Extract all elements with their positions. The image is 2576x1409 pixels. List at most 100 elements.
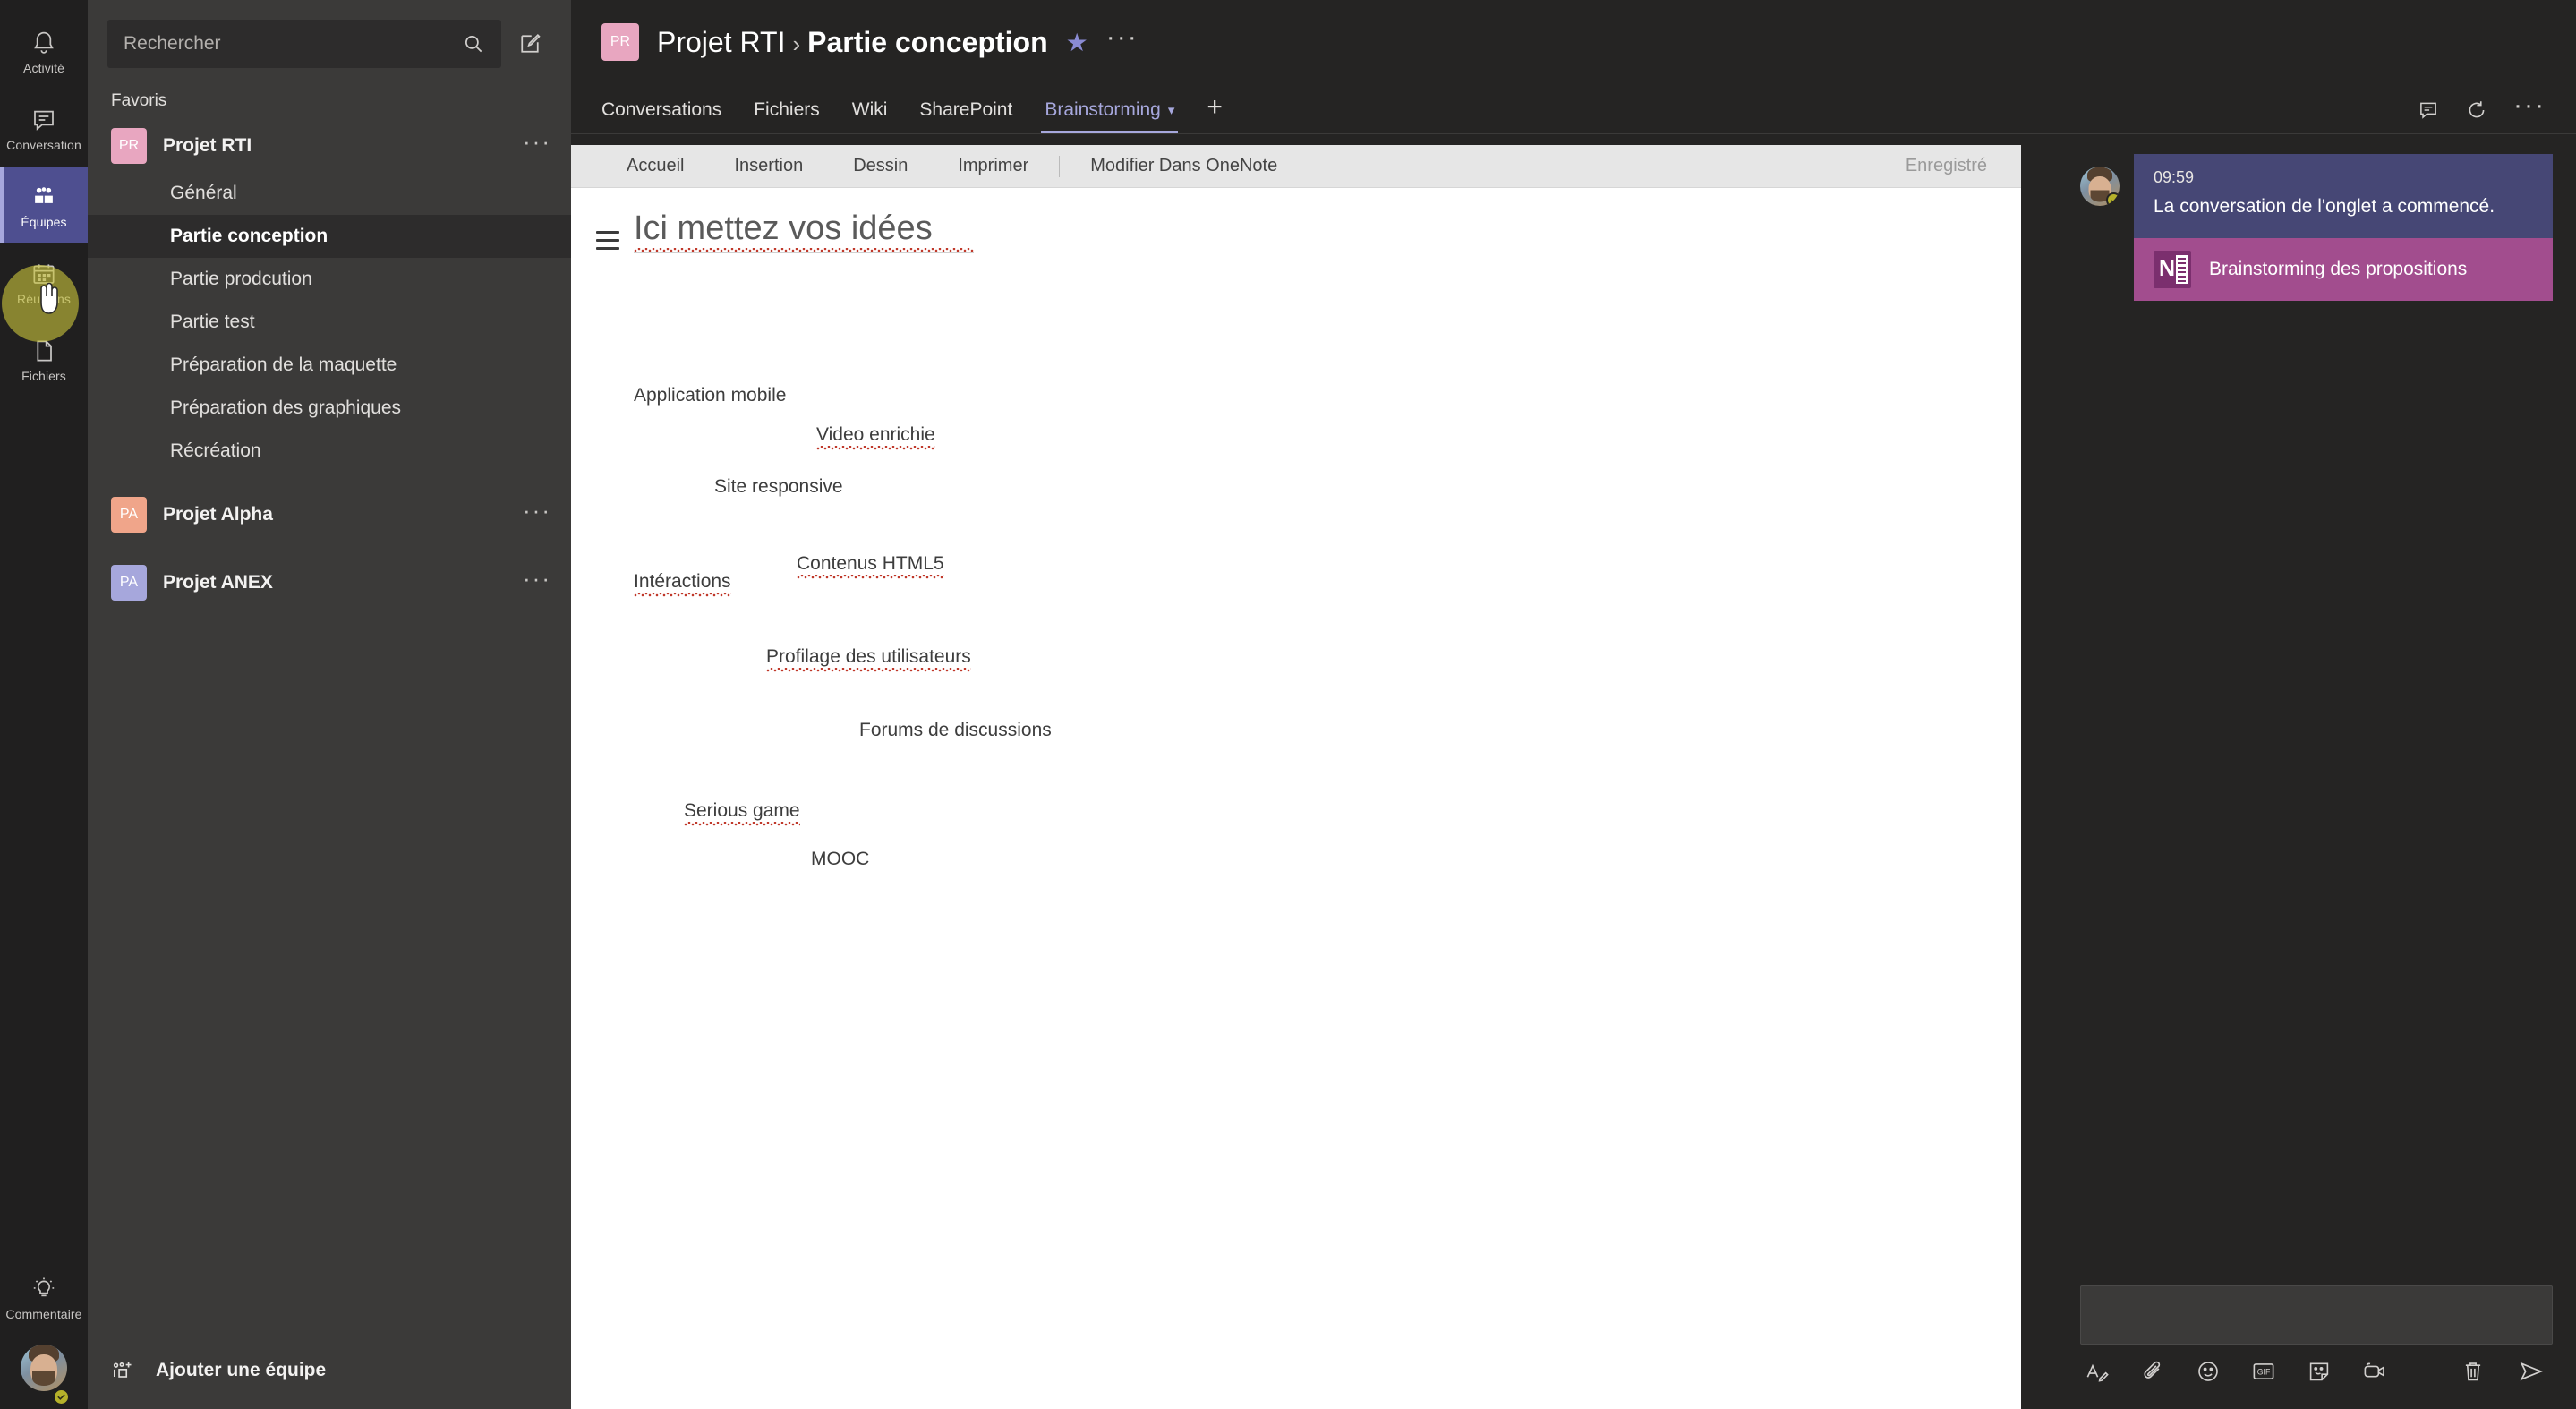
onenote-ribbon: Accueil Insertion Dessin Imprimer Modifi… bbox=[571, 145, 2021, 188]
tab-label: Fichiers bbox=[754, 99, 820, 120]
avatar[interactable] bbox=[21, 1345, 67, 1391]
delete-icon[interactable] bbox=[2460, 1358, 2486, 1385]
refresh-icon[interactable] bbox=[2465, 98, 2488, 122]
new-chat-icon[interactable] bbox=[517, 31, 542, 56]
onenote-pages bbox=[2176, 254, 2188, 284]
main-area: PR Projet RTI › Partie conception ★ ··· … bbox=[571, 0, 2576, 1409]
rail-label-equipes: Équipes bbox=[21, 214, 67, 229]
ribbon-imprimer[interactable]: Imprimer bbox=[933, 156, 1053, 176]
edit-in-onenote-button[interactable]: Modifier Dans OneNote bbox=[1065, 156, 1302, 176]
hamburger-icon[interactable] bbox=[596, 231, 619, 255]
team-avatar: PR bbox=[111, 128, 147, 164]
team-name: Projet Alpha bbox=[163, 504, 273, 525]
tab-sharepoint[interactable]: SharePoint bbox=[903, 99, 1028, 133]
breadcrumb-team[interactable]: Projet RTI bbox=[657, 26, 785, 59]
search-box[interactable] bbox=[107, 20, 501, 68]
teams-sidebar: Favoris PR Projet RTI ··· Général Partie… bbox=[88, 0, 571, 1409]
message-body: 09:59 La conversation de l'onglet a comm… bbox=[2134, 154, 2553, 238]
sticker-icon[interactable] bbox=[2306, 1358, 2333, 1385]
search-input[interactable] bbox=[124, 33, 462, 55]
team-row-projet-alpha[interactable]: PA Projet Alpha ··· bbox=[88, 489, 571, 541]
add-team-button[interactable]: Ajouter une équipe bbox=[88, 1332, 571, 1409]
message-timestamp: 09:59 bbox=[2154, 168, 2195, 186]
ribbon-insertion[interactable]: Insertion bbox=[709, 156, 828, 176]
meet-icon[interactable] bbox=[2361, 1358, 2388, 1385]
team-overflow-button[interactable]: ··· bbox=[523, 130, 551, 157]
add-tab-button[interactable]: + bbox=[1190, 92, 1239, 133]
teams-app-window: Activité Conversation Équipes Réunions F… bbox=[0, 0, 2576, 1409]
team-avatar: PA bbox=[111, 565, 147, 601]
sidebar-channel-partie-conception[interactable]: Partie conception bbox=[88, 215, 571, 258]
tab-wiki[interactable]: Wiki bbox=[836, 99, 904, 133]
note-item-interactions[interactable]: Intéractions bbox=[634, 571, 731, 597]
onenote-canvas[interactable]: Ici mettez vos idées Application mobile … bbox=[571, 188, 2021, 1409]
team-row-projet-rti[interactable]: PR Projet RTI ··· bbox=[88, 120, 571, 172]
team-overflow-button[interactable]: ··· bbox=[523, 499, 551, 525]
note-item-forums-discussions[interactable]: Forums de discussions bbox=[859, 720, 1052, 741]
onenote-icon: N bbox=[2154, 250, 2191, 288]
compose-input[interactable] bbox=[2080, 1285, 2553, 1345]
team-avatar: PA bbox=[111, 497, 147, 533]
breadcrumb-channel: Partie conception bbox=[807, 25, 1048, 58]
content-row: Accueil Insertion Dessin Imprimer Modifi… bbox=[571, 134, 2576, 1409]
note-item-application-mobile[interactable]: Application mobile bbox=[634, 385, 786, 406]
lightbulb-icon bbox=[30, 1275, 58, 1303]
sidebar-channel-partie-test[interactable]: Partie test bbox=[88, 301, 571, 344]
gif-icon[interactable]: GIF bbox=[2250, 1358, 2277, 1385]
rail-label-activite: Activité bbox=[23, 60, 64, 75]
sidebar-channel-preparation-graphiques[interactable]: Préparation des graphiques bbox=[88, 387, 571, 430]
chat-bubble-icon[interactable] bbox=[2417, 98, 2440, 122]
rail-item-reunions[interactable]: Réunions bbox=[0, 243, 88, 320]
tab-conversations[interactable]: Conversations bbox=[601, 99, 738, 133]
save-status: Enregistré bbox=[1905, 156, 1987, 175]
rail-item-conversation[interactable]: Conversation bbox=[0, 90, 88, 167]
tab-label: Conversations bbox=[601, 99, 722, 120]
note-item-contenus-html5[interactable]: Contenus HTML5 bbox=[797, 553, 944, 579]
avatar-beard bbox=[32, 1371, 55, 1387]
tab-brainstorming[interactable]: Brainstorming ▾ bbox=[1028, 99, 1190, 133]
note-item-mooc[interactable]: MOOC bbox=[811, 849, 869, 870]
note-item-site-responsive[interactable]: Site responsive bbox=[714, 476, 843, 498]
ribbon-dessin[interactable]: Dessin bbox=[828, 156, 933, 176]
teams-icon bbox=[30, 183, 58, 211]
app-rail: Activité Conversation Équipes Réunions F… bbox=[0, 0, 88, 1409]
channel-overflow-button[interactable]: ··· bbox=[1106, 24, 1139, 55]
rail-label-commentaire: Commentaire bbox=[5, 1306, 82, 1321]
note-item-serious-game[interactable]: Serious game bbox=[684, 800, 800, 826]
breadcrumb-separator: › bbox=[792, 30, 801, 57]
note-item-profilage-utilisateurs[interactable]: Profilage des utilisateurs bbox=[766, 646, 971, 672]
ribbon-accueil[interactable]: Accueil bbox=[601, 156, 709, 176]
tab-fichiers[interactable]: Fichiers bbox=[738, 99, 836, 133]
tab-label: SharePoint bbox=[919, 99, 1013, 120]
chevron-down-icon[interactable]: ▾ bbox=[1168, 102, 1175, 118]
page-title[interactable]: Ici mettez vos idées bbox=[634, 209, 974, 253]
note-item-video-enrichie[interactable]: Video enrichie bbox=[816, 424, 935, 450]
sidebar-channel-preparation-maquette[interactable]: Préparation de la maquette bbox=[88, 344, 571, 387]
send-icon[interactable] bbox=[2517, 1357, 2546, 1386]
sidebar-channel-general[interactable]: Général bbox=[88, 172, 571, 215]
onenote-letter: N bbox=[2158, 256, 2176, 282]
add-team-icon bbox=[109, 1358, 134, 1383]
search-icon[interactable] bbox=[462, 32, 485, 56]
sidebar-channel-recreation[interactable]: Récréation bbox=[88, 430, 571, 473]
message-text: La conversation de l'onglet a commencé. bbox=[2154, 196, 2495, 217]
rail-item-equipes[interactable]: Équipes bbox=[0, 167, 88, 243]
message-avatar bbox=[2080, 167, 2120, 206]
header-team-avatar: PR bbox=[601, 23, 639, 61]
message-attachment[interactable]: N Brainstorming des propositions bbox=[2134, 237, 2553, 301]
team-row-projet-anex[interactable]: PA Projet ANEX ··· bbox=[88, 557, 571, 609]
emoji-icon[interactable] bbox=[2195, 1358, 2222, 1385]
more-icon[interactable]: ··· bbox=[2513, 92, 2546, 123]
star-icon[interactable]: ★ bbox=[1066, 28, 1088, 57]
format-icon[interactable] bbox=[2084, 1358, 2111, 1385]
team-overflow-button[interactable]: ··· bbox=[523, 567, 551, 593]
sidebar-channel-partie-prodcution[interactable]: Partie prodcution bbox=[88, 258, 571, 301]
attach-icon[interactable] bbox=[2139, 1358, 2166, 1385]
message-item: 09:59 La conversation de l'onglet a comm… bbox=[2080, 154, 2553, 301]
tab-conversation-pane: 09:59 La conversation de l'onglet a comm… bbox=[2060, 134, 2576, 1409]
rail-item-fichiers[interactable]: Fichiers bbox=[0, 320, 88, 397]
tab-bar-actions: ··· bbox=[2417, 92, 2546, 133]
rail-item-activite[interactable]: Activité bbox=[0, 13, 88, 90]
rail-item-commentaire[interactable]: Commentaire bbox=[0, 1259, 88, 1336]
